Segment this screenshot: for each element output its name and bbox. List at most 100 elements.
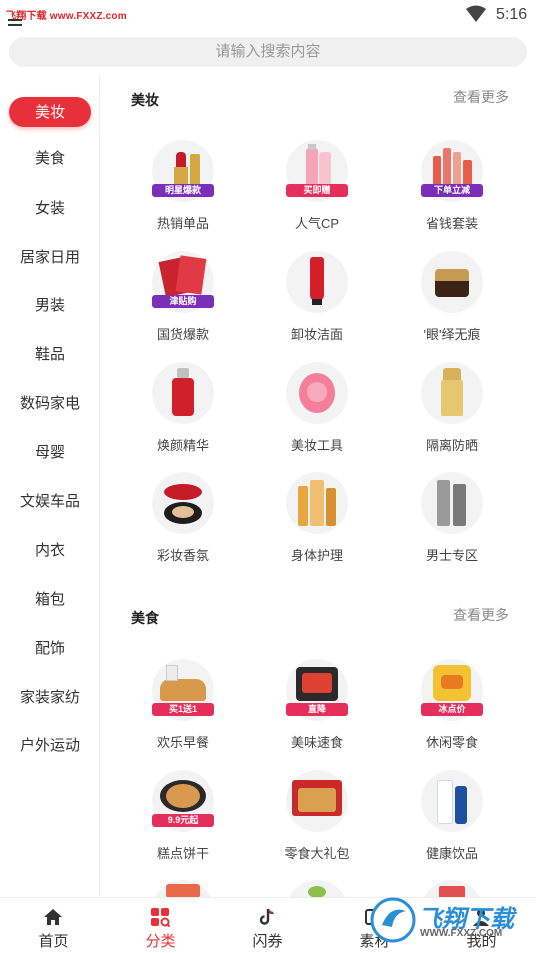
tiktok-icon	[259, 908, 275, 925]
tile-label: 休闲零食	[425, 735, 478, 750]
search-placeholder: 请输入搜索内容	[215, 43, 321, 60]
badge: 直降	[286, 703, 348, 716]
tile-label: '眼'绎无痕	[423, 327, 481, 342]
tile-cleansing[interactable]: 卸妆洁面	[256, 251, 376, 351]
sidebar-item-huwai[interactable]: 户外运动	[0, 730, 100, 762]
instant-noodles-icon: 直降	[286, 659, 348, 721]
cleanser-tube-icon	[286, 251, 348, 313]
tile-label: 人气CP	[294, 216, 340, 231]
watermark-text: 飞翔下载 www.FXXZ.com	[6, 11, 127, 22]
tile-label: 身体护理	[290, 548, 343, 563]
tab-home[interactable]: 首页	[0, 898, 107, 953]
see-more-link-food[interactable]: 查看更多	[453, 605, 509, 625]
status-bar: 飞翔下载 www.FXXZ.com 5:16	[0, 0, 536, 30]
sidebar-item-meizhuang[interactable]: 美妆	[0, 97, 100, 129]
home-icon	[44, 909, 62, 925]
tile-hot-items[interactable]: 明星爆款 热销单品	[122, 140, 242, 240]
tile-popular-cp[interactable]: 买即赠 人气CP	[256, 140, 376, 240]
tile-label: 省钱套装	[425, 216, 478, 231]
tile-body-care[interactable]: 身体护理	[256, 472, 376, 572]
tile-sunscreen[interactable]: 隔离防晒	[391, 362, 511, 462]
tile-men-zone[interactable]: 男士专区	[391, 472, 511, 572]
watermark-logo: 飞翔下载 WWW.FXXZ.COM	[368, 895, 536, 945]
face-mask-icon: 津贴购	[152, 251, 214, 313]
sidebar-item-neiyi[interactable]: 内衣	[0, 535, 100, 567]
tile-instant-food[interactable]: 直降 美味速食	[256, 659, 376, 759]
sidebar-item-nvzhuang[interactable]: 女装	[0, 193, 100, 225]
tile-beauty-tools[interactable]: 美妆工具	[256, 362, 376, 462]
category-icon	[151, 908, 170, 927]
section-title-beauty: 美妆	[131, 92, 159, 108]
tab-flash-coupon[interactable]: 闪券	[214, 898, 321, 953]
tile-label: 零食大礼包	[284, 846, 350, 861]
tile-label: 卸妆洁面	[290, 327, 343, 342]
watermark-url: WWW.FXXZ.COM	[420, 928, 503, 939]
tab-label: 首页	[38, 933, 69, 950]
sidebar-item-wenyu[interactable]: 文娱车品	[0, 486, 100, 518]
sidebar-item-xiepin[interactable]: 鞋品	[0, 339, 100, 371]
wifi-icon	[466, 5, 486, 22]
badge: 津贴购	[152, 295, 214, 308]
tile-label: 健康饮品	[425, 846, 478, 861]
tile-eye-care[interactable]: '眼'绎无痕	[391, 251, 511, 351]
men-skincare-icon	[421, 472, 483, 534]
tile-label: 彩妆香氛	[156, 548, 209, 563]
badge: 冰点价	[421, 703, 483, 716]
tile-snack-gift-pack[interactable]: 零食大礼包	[256, 770, 376, 870]
tile-breakfast[interactable]: 买1送1 欢乐早餐	[122, 659, 242, 759]
sidebar-item-peishi[interactable]: 配饰	[0, 633, 100, 665]
tile-label: 糕点饼干	[156, 846, 209, 861]
badge: 下单立减	[421, 184, 483, 197]
tile-snacks[interactable]: 冰点价 休闲零食	[391, 659, 511, 759]
cleansing-brush-icon	[286, 362, 348, 424]
sidebar-item-shuma[interactable]: 数码家电	[0, 388, 100, 420]
chips-bag-icon: 冰点价	[421, 659, 483, 721]
tile-makeup-fragrance[interactable]: 彩妆香氛	[122, 472, 242, 572]
tile-healthy-drinks[interactable]: 健康饮品	[391, 770, 511, 870]
section-title-food: 美食	[131, 610, 159, 626]
badge: 明星爆款	[152, 184, 214, 197]
clock: 5:16	[496, 6, 528, 23]
tab-label: 分类	[145, 933, 176, 950]
tile-partial	[122, 880, 242, 897]
menu-icon[interactable]	[8, 19, 22, 26]
eye-cream-jar-icon	[421, 251, 483, 313]
tile-domestic-hits[interactable]: 津贴购 国货爆款	[122, 251, 242, 351]
search-input[interactable]: 请输入搜索内容	[9, 37, 527, 67]
tile-pastries[interactable]: 9.9元起 糕点饼干	[122, 770, 242, 870]
product-icon	[152, 880, 214, 897]
tile-label: 美味速食	[290, 735, 343, 750]
snack-gift-box-icon	[286, 770, 348, 832]
tile-label: 美妆工具	[290, 438, 343, 453]
sidebar-item-xiangbao[interactable]: 箱包	[0, 584, 100, 616]
sunscreen-bottle-icon	[421, 362, 483, 424]
sidebar-item-jujia[interactable]: 居家日用	[0, 242, 100, 274]
tile-essence[interactable]: 焕颜精华	[122, 362, 242, 462]
tile-label: 欢乐早餐	[156, 735, 209, 750]
lipstick-icon: 明星爆款	[152, 140, 214, 202]
tile-value-sets[interactable]: 下单立减 省钱套装	[391, 140, 511, 240]
tab-label: 闪券	[252, 933, 283, 950]
watermark-icon	[370, 897, 416, 943]
body-oil-bottles-icon	[286, 472, 348, 534]
sidebar-item-meishi[interactable]: 美食	[0, 143, 100, 175]
cookie-tin-icon: 9.9元起	[152, 770, 214, 832]
tile-label: 国货爆款	[156, 327, 209, 342]
badge: 买即赠	[286, 184, 348, 197]
product-icon	[286, 880, 348, 897]
bread-icon: 买1送1	[152, 659, 214, 721]
tile-label: 焕颜精华	[156, 438, 209, 453]
drink-bottle-icon	[421, 770, 483, 832]
tile-partial	[256, 880, 376, 897]
sidebar-item-nanzhuang[interactable]: 男装	[0, 290, 100, 322]
serum-bottle-icon	[152, 362, 214, 424]
see-more-link-beauty[interactable]: 查看更多	[453, 87, 509, 107]
tile-label: 男士专区	[425, 548, 478, 563]
sidebar-item-jiazhuang[interactable]: 家装家纺	[0, 682, 100, 714]
skincare-set-icon: 下单立减	[421, 140, 483, 202]
tile-label: 隔离防晒	[425, 438, 478, 453]
badge: 9.9元起	[152, 814, 214, 827]
tab-category[interactable]: 分类	[107, 898, 214, 953]
category-sidebar: 美妆 美食 女装 居家日用 男装 鞋品 数码家电 母婴 文娱车品 内衣 箱包 配…	[0, 76, 100, 896]
sidebar-item-muying[interactable]: 母婴	[0, 437, 100, 469]
